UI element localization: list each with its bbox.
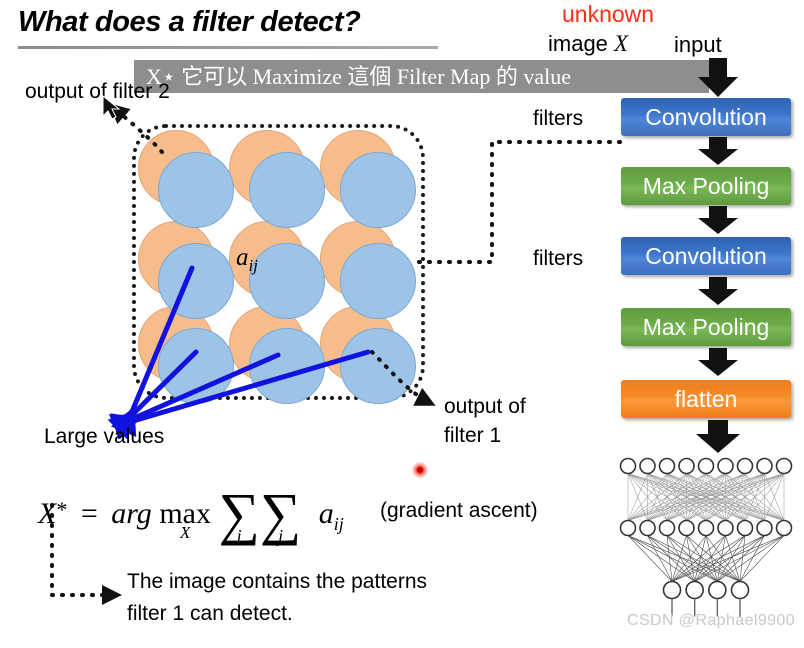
objective-formula: X* = arg max X ∑ i ∑ j aij [38, 470, 344, 546]
page-title: What does a filter detect? [18, 6, 361, 38]
formula-sigma-j: ∑ j [260, 470, 301, 546]
arrow-conv2-to-pool2 [696, 277, 740, 306]
nn-node [658, 457, 676, 475]
subtitle-overlay-text: X⋆ 它可以 Maximize 這個 Filter Map 的 value [146, 64, 571, 89]
nn-edges-layer2-3 [627, 535, 785, 582]
filter-map-cell-blue [158, 328, 234, 404]
laser-pointer-dot [417, 467, 423, 473]
aij-label: aij [236, 244, 258, 276]
nn-node [717, 457, 734, 475]
nn-edges-layer1-2 [627, 473, 785, 521]
label-output-of-filter-1-line1: output of [444, 395, 526, 418]
label-image-x-prefix: image [548, 31, 615, 56]
arrow-pool2-to-flatten [696, 348, 740, 377]
formula-term: a [318, 497, 334, 530]
formula-term-subscript: ij [333, 514, 344, 534]
pipeline-block-convolution-2[interactable]: Convolution [621, 237, 791, 275]
nn-node [619, 457, 637, 475]
nn-nodes [619, 457, 793, 617]
label-output-of-filter-1: output of filter 1 [444, 392, 526, 450]
filter-map-cell-blue [340, 152, 416, 228]
nn-node [658, 519, 676, 537]
nn-node [639, 519, 656, 537]
filter-map-cell-blue [340, 243, 416, 319]
arrow-conv1-to-pool1 [696, 137, 740, 166]
pipeline-block-max-pooling-2[interactable]: Max Pooling [621, 308, 791, 346]
label-large-values: Large values [44, 425, 165, 448]
conclusion-line-2: filter 1 can detect. [127, 602, 293, 625]
nn-node [685, 580, 704, 600]
pipeline-block-flatten[interactable]: flatten [621, 380, 791, 418]
aij-base: a [236, 244, 249, 271]
neural-network-diagram [619, 457, 793, 617]
arrow-flatten-to-network [694, 420, 740, 454]
nn-node [775, 457, 793, 475]
formula-arg: arg [111, 497, 152, 530]
filter-map-cell-blue [249, 152, 325, 228]
filter-map-cell-blue [158, 152, 234, 228]
title-underline [18, 46, 438, 49]
nn-node [756, 457, 773, 475]
pipeline-block-max-pooling-1[interactable]: Max Pooling [621, 167, 791, 205]
nn-node [736, 457, 754, 475]
label-unknown: unknown [562, 1, 655, 27]
nn-node [662, 580, 682, 600]
arrow-input-to-convolution-1 [696, 58, 740, 98]
label-image-x-var: X [614, 31, 629, 56]
label-filters-1: filters [533, 107, 584, 130]
formula-lhs: X [38, 497, 57, 530]
nn-node [736, 519, 754, 537]
nn-node [717, 519, 734, 537]
formula-lhs-star: * [56, 497, 68, 522]
nn-node [708, 580, 727, 600]
label-filters-2: filters [533, 247, 584, 270]
nn-node [697, 519, 715, 537]
filter-map-grid [132, 124, 417, 404]
nn-node [756, 519, 773, 537]
nn-node [639, 457, 656, 475]
nn-node [697, 457, 715, 475]
conclusion-text: The image contains the patterns filter 1… [127, 566, 427, 630]
pipeline-block-convolution-1[interactable]: Convolution [621, 98, 791, 136]
nn-node [678, 519, 695, 537]
nn-node [619, 519, 637, 537]
formula-sigma-i-subscript: i [236, 526, 242, 546]
nn-node [775, 519, 793, 537]
label-image-x: image X [548, 31, 628, 56]
nn-node [730, 580, 750, 600]
formula-sigma-j-subscript: j [277, 526, 284, 546]
filter-map-cell-blue [340, 328, 416, 404]
arrow-pool1-to-conv2 [696, 206, 740, 235]
label-gradient-ascent: (gradient ascent) [380, 499, 538, 522]
aij-subscript: ij [248, 256, 258, 275]
filter-map-cell-blue [249, 328, 325, 404]
label-output-of-filter-1-line2: filter 1 [444, 424, 502, 447]
connector-filtermap-to-pipeline [417, 140, 624, 264]
filter-map-cell-blue [158, 243, 234, 319]
nn-node [678, 457, 695, 475]
watermark: CSDN @Raphael9900 [627, 612, 796, 629]
formula-sigma-i: ∑ i [218, 470, 259, 546]
formula-max: max X [159, 497, 211, 542]
label-output-of-filter-2: output of filter 2 [25, 80, 170, 103]
formula-max-subscript: X [179, 523, 191, 542]
filter-map-cell-blue-aij [249, 243, 325, 319]
label-input: input [674, 32, 722, 57]
formula-equals: = [80, 497, 98, 530]
conclusion-line-1: The image contains the patterns [127, 570, 428, 593]
